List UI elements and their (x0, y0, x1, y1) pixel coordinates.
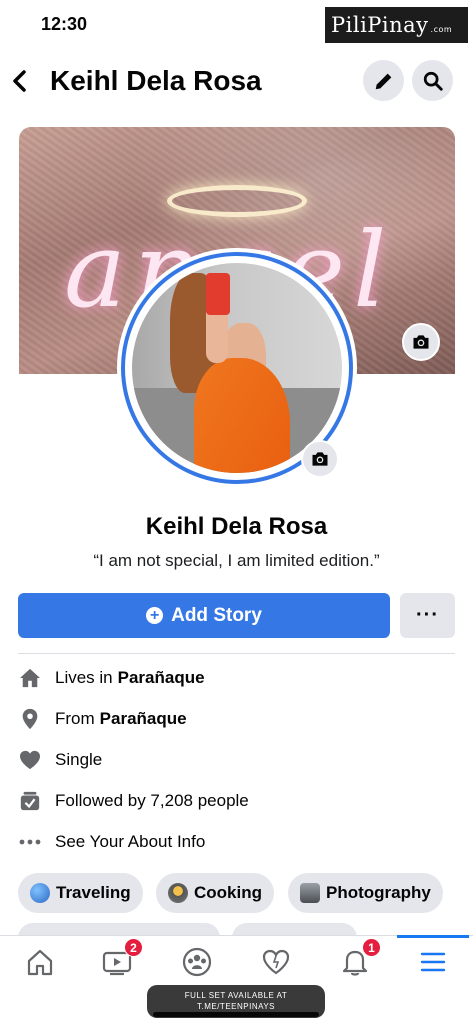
hobby-chip-photography[interactable]: Photography (288, 873, 443, 913)
hobby-label: Cooking (194, 883, 262, 902)
location-pin-icon (18, 707, 42, 731)
info-lives-in-value[interactable]: Parañaque (118, 668, 205, 688)
tab-dating[interactable] (256, 942, 296, 982)
watermark-brand: PiliPinay (331, 13, 429, 37)
info-from-value[interactable]: Parañaque (100, 709, 187, 729)
search-button[interactable] (412, 60, 453, 101)
edit-button[interactable] (363, 60, 404, 101)
add-story-button[interactable]: + Add Story (18, 593, 390, 638)
info-from-prefix: From (55, 709, 95, 728)
profile-bio: “I am not special, I am limited edition.… (93, 551, 380, 570)
tab-groups[interactable] (177, 942, 217, 982)
camera-icon (413, 335, 429, 349)
cover-camera-button[interactable] (402, 323, 440, 361)
profile-avatar[interactable] (117, 248, 357, 488)
tab-notifications[interactable]: 1 (335, 938, 381, 982)
info-lives-in: Lives in Parañaque (18, 663, 205, 693)
profile-header: Keihl Dela Rosa (0, 55, 473, 107)
back-button[interactable] (10, 62, 30, 100)
status-time: 12:30 (41, 14, 88, 34)
status-bar: 12:30 PiliPinay .com (0, 0, 473, 48)
tab-watch[interactable]: 2 (97, 938, 143, 982)
info-followers-text: Followed by 7,208 people (55, 791, 249, 810)
info-relationship-text: Single (55, 750, 103, 769)
see-about-info-label: See Your About Info (55, 832, 206, 851)
tab-home[interactable] (20, 942, 60, 982)
hobby-label: Traveling (56, 883, 131, 902)
info-relationship: Single (18, 745, 102, 775)
info-lives-in-prefix: Lives in (55, 668, 113, 687)
watermark-suffix: .com (430, 25, 453, 34)
globe-icon (30, 883, 50, 903)
pencil-icon (375, 73, 391, 89)
followers-icon (18, 789, 42, 813)
add-story-label: Add Story (171, 604, 262, 626)
camera-icon (312, 452, 328, 466)
promo-line-2: T.ME/TEENPINAYS (196, 1002, 276, 1011)
avatar-camera-button[interactable] (301, 440, 339, 478)
home-indicator[interactable] (153, 1012, 319, 1017)
home-outline-icon (27, 949, 53, 976)
chevron-left-icon (13, 70, 26, 92)
profile-name: Keihl Dela Rosa (145, 513, 328, 540)
hobby-label: Photography (326, 883, 431, 902)
watermark-logo: PiliPinay .com (325, 7, 468, 43)
heart-outline-icon (262, 949, 290, 975)
tab-menu[interactable] (413, 942, 453, 982)
page-title: Keihl Dela Rosa (50, 65, 262, 96)
more-dots-icon: ··· (416, 604, 439, 626)
hobby-chip-traveling[interactable]: Traveling (18, 873, 143, 913)
more-options-button[interactable]: ··· (400, 593, 455, 638)
plus-circle-icon: + (146, 607, 164, 624)
groups-icon (182, 947, 212, 977)
hobby-chip-cooking[interactable]: Cooking (156, 873, 274, 913)
heart-icon (18, 748, 42, 772)
watch-badge: 2 (124, 938, 143, 957)
promo-line-1: FULL SET AVAILABLE AT (184, 991, 288, 1000)
see-about-info-link[interactable]: See Your About Info (18, 827, 205, 857)
home-icon (18, 666, 42, 690)
info-followers[interactable]: Followed by 7,208 people (18, 786, 249, 816)
camera-icon (300, 883, 320, 903)
dots-icon (18, 830, 42, 854)
menu-icon (420, 952, 446, 972)
search-icon (423, 71, 443, 91)
notifications-badge: 1 (362, 938, 381, 957)
cooking-icon (168, 883, 188, 903)
info-from: From Parañaque (18, 704, 187, 734)
active-tab-indicator (397, 935, 469, 938)
divider (18, 653, 455, 654)
